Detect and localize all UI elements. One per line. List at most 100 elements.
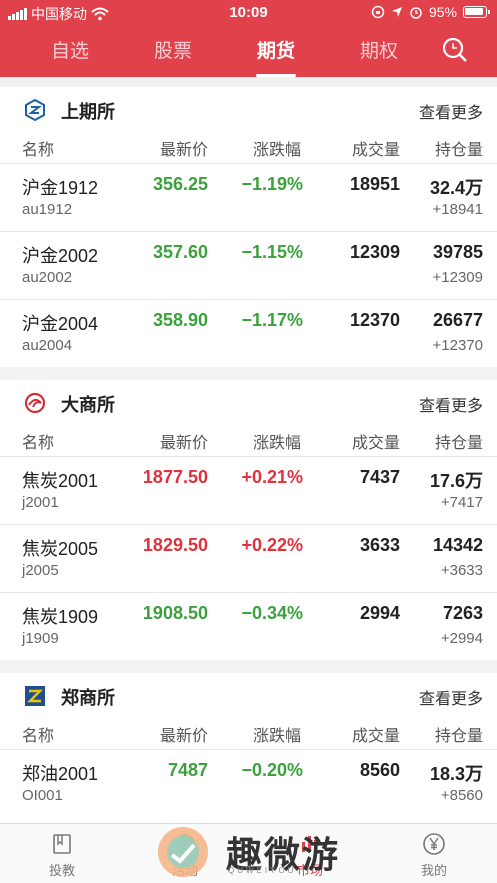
section-dce: 大商所 查看更多 名称 最新价 涨跌幅 成交量 持仓量 焦炭2001 j2001… bbox=[0, 380, 497, 660]
open-interest-change: +18941 bbox=[432, 201, 483, 218]
main-tabs: 自选 股票 期货 期权 bbox=[0, 30, 497, 77]
section-shfe: 上期所 查看更多 名称 最新价 涨跌幅 成交量 持仓量 沪金1912 au191… bbox=[0, 87, 497, 367]
column-header: 名称 最新价 涨跌幅 成交量 持仓量 bbox=[0, 131, 497, 164]
nav-mine[interactable]: 我的 bbox=[404, 832, 464, 879]
nav-education[interactable]: 投教 bbox=[32, 832, 92, 879]
open-interest-change: +12309 bbox=[432, 269, 483, 286]
watermark-subtext: QUWEIYOU bbox=[228, 866, 297, 875]
last-price: 1908.50 bbox=[142, 603, 208, 623]
contract-name: 焦炭2001 bbox=[22, 471, 99, 491]
col-open-interest: 持仓量 bbox=[435, 435, 484, 452]
col-volume: 成交量 bbox=[352, 142, 401, 159]
volume: 8560 bbox=[359, 760, 400, 780]
contract-code: au1912 bbox=[22, 201, 73, 218]
volume: 12309 bbox=[349, 242, 400, 262]
open-interest: 39785 bbox=[432, 242, 483, 262]
table-row[interactable]: 沪金1912 au1912 356.25 −1.19% 18951 32.4万 … bbox=[0, 164, 497, 232]
contract-name: 郑油2001 bbox=[22, 764, 99, 784]
change-percent: −0.20% bbox=[241, 760, 303, 780]
col-volume: 成交量 bbox=[352, 728, 401, 745]
open-interest-change: +2994 bbox=[440, 630, 483, 647]
tab-options[interactable]: 期权 bbox=[357, 36, 401, 72]
contract-name: 焦炭1909 bbox=[22, 607, 99, 627]
col-price: 最新价 bbox=[160, 142, 209, 159]
table-row[interactable]: 焦炭1909 j1909 1908.50 −0.34% 2994 7263 +2… bbox=[0, 593, 497, 661]
view-more-link[interactable]: 查看更多 bbox=[419, 99, 483, 123]
open-interest-change: +12370 bbox=[432, 337, 483, 354]
table-row[interactable]: 焦炭2005 j2005 1829.50 +0.22% 3633 14342 +… bbox=[0, 525, 497, 593]
open-interest-change: +7417 bbox=[440, 494, 483, 511]
column-header: 名称 最新价 涨跌幅 成交量 持仓量 bbox=[0, 424, 497, 457]
col-open-interest: 持仓量 bbox=[435, 142, 484, 159]
nav-label: 我的 bbox=[420, 863, 447, 878]
table-row[interactable]: 郑油2001 OI001 7487 −0.20% 8560 18.3万 +856… bbox=[0, 750, 497, 818]
contract-name: 焦炭2005 bbox=[22, 539, 99, 559]
search-icon[interactable] bbox=[441, 36, 469, 64]
col-change: 涨跌幅 bbox=[253, 142, 302, 159]
col-change: 涨跌幅 bbox=[253, 435, 302, 452]
tab-stocks[interactable]: 股票 bbox=[151, 36, 195, 72]
change-percent: +0.22% bbox=[241, 535, 303, 555]
book-icon bbox=[53, 834, 71, 854]
open-interest: 7263 bbox=[442, 603, 483, 623]
column-header: 名称 最新价 涨跌幅 成交量 持仓量 bbox=[0, 717, 497, 750]
battery-percent: 95% bbox=[428, 4, 457, 20]
section-title: 大商所 bbox=[61, 395, 115, 415]
open-interest-change: +8560 bbox=[440, 787, 483, 804]
contract-code: OI001 bbox=[22, 787, 63, 804]
volume: 12370 bbox=[349, 310, 400, 330]
watermark-logo: 趣微游 QUWEIYOU bbox=[156, 822, 356, 882]
contract-code: au2002 bbox=[22, 269, 73, 286]
table-row[interactable]: 焦炭2001 j2001 1877.50 +0.21% 7437 17.6万 +… bbox=[0, 457, 497, 525]
tab-futures[interactable]: 期货 bbox=[254, 36, 298, 77]
col-name: 名称 bbox=[22, 435, 55, 452]
col-change: 涨跌幅 bbox=[253, 728, 302, 745]
shfe-logo-icon bbox=[25, 99, 45, 121]
section-czce: 郑商所 查看更多 名称 最新价 涨跌幅 成交量 持仓量 郑油2001 OI001… bbox=[0, 673, 497, 823]
volume: 3633 bbox=[359, 535, 400, 555]
rotation-lock-icon bbox=[371, 5, 385, 19]
status-bar: 中国移动 10:09 95% bbox=[0, 0, 497, 26]
battery-icon bbox=[463, 6, 490, 18]
col-price: 最新价 bbox=[160, 728, 209, 745]
change-percent: −1.19% bbox=[241, 174, 303, 194]
section-title: 上期所 bbox=[61, 102, 115, 122]
change-percent: +0.21% bbox=[241, 467, 303, 487]
table-row[interactable]: 沪金2004 au2004 358.90 −1.17% 12370 26677 … bbox=[0, 300, 497, 368]
change-percent: −1.17% bbox=[241, 310, 303, 330]
last-price: 1877.50 bbox=[142, 467, 208, 487]
nav-label: 投教 bbox=[48, 863, 75, 878]
contract-name: 沪金1912 bbox=[22, 178, 99, 198]
dce-logo-icon bbox=[24, 392, 46, 414]
open-interest: 32.4万 bbox=[429, 178, 483, 198]
contract-code: j1909 bbox=[22, 630, 59, 647]
last-price: 1829.50 bbox=[142, 535, 208, 555]
last-price: 357.60 bbox=[152, 242, 208, 262]
col-price: 最新价 bbox=[160, 435, 209, 452]
open-interest: 18.3万 bbox=[429, 764, 483, 784]
volume: 7437 bbox=[359, 467, 400, 487]
contract-code: j2001 bbox=[22, 494, 59, 511]
top-header: 中国移动 10:09 95% 自选 股票 期货 期权 bbox=[0, 0, 497, 77]
table-row[interactable]: 沪金2002 au2002 357.60 −1.15% 12309 39785 … bbox=[0, 232, 497, 300]
view-more-link[interactable]: 查看更多 bbox=[419, 685, 483, 709]
last-price: 358.90 bbox=[152, 310, 208, 330]
czce-logo-icon bbox=[25, 686, 45, 706]
view-more-link[interactable]: 查看更多 bbox=[419, 392, 483, 416]
watermark-emblem-icon bbox=[158, 827, 208, 877]
open-interest: 26677 bbox=[432, 310, 483, 330]
yen-icon bbox=[423, 833, 445, 855]
last-price: 356.25 bbox=[152, 174, 208, 194]
open-interest: 17.6万 bbox=[429, 471, 483, 491]
col-open-interest: 持仓量 bbox=[435, 728, 484, 745]
volume: 2994 bbox=[359, 603, 400, 623]
col-volume: 成交量 bbox=[352, 435, 401, 452]
change-percent: −1.15% bbox=[241, 242, 303, 262]
tab-watchlist[interactable]: 自选 bbox=[48, 36, 92, 72]
section-title: 郑商所 bbox=[61, 688, 115, 708]
last-price: 7487 bbox=[167, 760, 208, 780]
col-name: 名称 bbox=[22, 142, 55, 159]
col-name: 名称 bbox=[22, 728, 55, 745]
contract-code: j2005 bbox=[22, 562, 59, 579]
alarm-icon bbox=[410, 7, 422, 19]
